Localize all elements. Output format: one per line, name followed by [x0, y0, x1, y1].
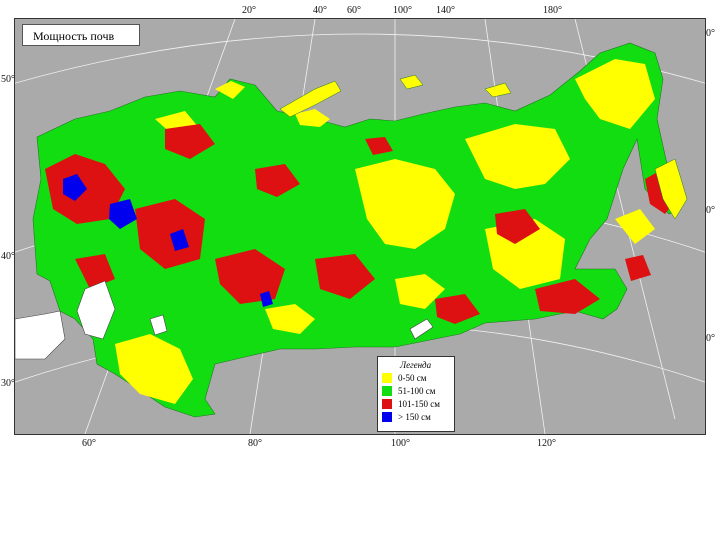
map-title: Мощность почв — [22, 24, 140, 46]
legend-item: 51-100 см — [382, 384, 454, 397]
legend-swatch — [382, 385, 392, 396]
legend-label: 101-150 см — [398, 398, 440, 409]
tick-bottom-120: 120° — [537, 438, 556, 449]
legend-item: > 150 см — [382, 410, 454, 423]
map-figure: 20° 40° 60° 100° 140° 180° 60° 80° 100° … — [0, 0, 720, 450]
legend-title: Легенда — [400, 360, 432, 370]
legend-item: 0-50 см — [382, 371, 454, 384]
legend-label: > 150 см — [398, 411, 431, 422]
legend-label: 51-100 см — [398, 385, 436, 396]
legend-swatch — [382, 372, 392, 383]
legend-swatch — [382, 411, 392, 422]
tick-left-40: 40° — [1, 251, 15, 262]
legend: Легенда 0-50 см 51-100 см 101-150 см > 1… — [377, 356, 455, 432]
tick-left-50: 50° — [1, 74, 15, 85]
soil-thickness-map — [14, 18, 706, 435]
tick-top-180: 180° — [543, 5, 562, 16]
tick-top-100: 100° — [393, 5, 412, 16]
tick-bottom-60: 60° — [82, 438, 96, 449]
tick-top-20: 20° — [242, 5, 256, 16]
tick-left-30: 30° — [1, 378, 15, 389]
legend-item: 101-150 см — [382, 397, 454, 410]
black-sea — [15, 310, 66, 360]
tick-top-40: 40° — [313, 5, 327, 16]
tick-bottom-100: 100° — [391, 438, 410, 449]
tick-top-140: 140° — [436, 5, 455, 16]
legend-swatch — [382, 398, 392, 409]
tick-top-60: 60° — [347, 5, 361, 16]
legend-label: 0-50 см — [398, 372, 427, 383]
tick-bottom-80: 80° — [248, 438, 262, 449]
map-canvas — [15, 19, 705, 434]
